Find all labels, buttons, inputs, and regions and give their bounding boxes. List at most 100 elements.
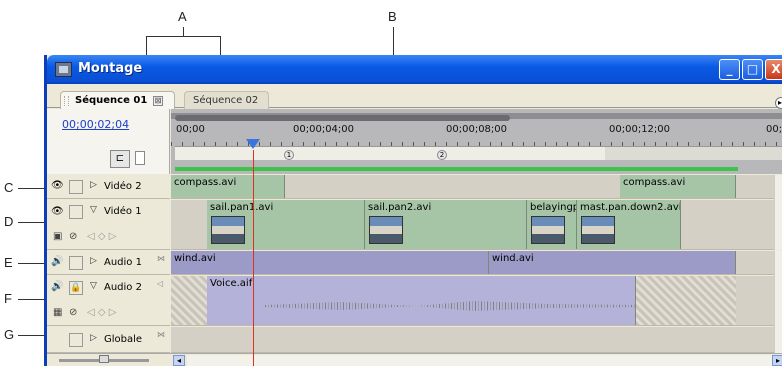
ruler-label: 00;00;12;00 <box>609 124 671 135</box>
close-button[interactable]: X <box>765 59 782 80</box>
horizontal-scrollbar[interactable] <box>187 355 772 366</box>
clip-name: mast.pan.down2.avi <box>580 202 681 213</box>
track-type-icon: ⋈ <box>157 254 165 263</box>
clip-name: Voice.aif <box>210 278 253 289</box>
set-marker-icon[interactable] <box>135 151 145 165</box>
lane-video-2[interactable]: compass.avi compass.avi <box>171 175 782 199</box>
expand-track-icon[interactable]: ▷ <box>90 180 97 190</box>
speaker-icon[interactable]: 🔊 <box>51 256 65 268</box>
display-waveform-icon[interactable]: ▦ <box>53 307 62 318</box>
clip-sail-pan2[interactable]: sail.pan2.avi <box>365 200 527 249</box>
ruler-label: 00;00;04;00 <box>293 124 355 135</box>
tab-label: Séquence 01 <box>75 95 148 106</box>
tab-sequence-01[interactable]: Séquence 01 ⊠ <box>60 91 175 109</box>
clip-sail-pan1[interactable]: sail.pan1.avi <box>207 200 365 249</box>
clip-compass-2[interactable]: compass.avi <box>620 175 736 198</box>
snap-toggle-icon[interactable]: ⊏ <box>110 150 130 168</box>
track-name: Globale <box>104 334 143 345</box>
title-bar[interactable]: Montage _ □ X <box>47 55 782 84</box>
clip-thumbnail <box>369 216 403 244</box>
lock-toggle[interactable] <box>69 256 83 270</box>
callout-d: D <box>4 214 14 229</box>
callout-c: C <box>4 180 14 195</box>
window-title: Montage <box>78 61 143 76</box>
work-area-fill <box>175 147 605 160</box>
panel-menu-icon[interactable]: ▸ <box>775 97 782 109</box>
collapse-track-icon[interactable]: ▽ <box>90 281 97 291</box>
tab-close-icon[interactable]: ⊠ <box>153 96 163 106</box>
current-time-indicator[interactable] <box>253 150 254 366</box>
lock-toggle[interactable] <box>69 205 83 219</box>
lane-audio-1[interactable]: wind.avi wind.avi <box>171 251 782 275</box>
display-style-icon[interactable]: ▣ <box>53 231 62 242</box>
tab-sequence-02[interactable]: Séquence 02 <box>184 91 269 109</box>
track-area: 👁 ▷ Vidéo 2 compass.avi compass.avi 👁 ▽ … <box>47 175 782 353</box>
track-header-video-1: 👁 ▽ Vidéo 1 ▣ ⊘ ◁ ◇ ▷ <box>47 200 170 250</box>
clip-thumbnail <box>581 216 615 244</box>
empty-region <box>171 276 207 325</box>
render-bar <box>175 167 738 171</box>
clip-wind-2[interactable]: wind.avi <box>489 251 736 274</box>
keyframe-navigator-icon[interactable]: ◁ ◇ ▷ <box>87 231 116 242</box>
ruler-label: 00; <box>766 124 782 135</box>
ruler-label: 00;00 <box>176 124 205 135</box>
sequence-tab-bar: Séquence 01 ⊠ Séquence 02 ▸ <box>47 84 782 109</box>
clip-wind-1[interactable]: wind.avi <box>171 251 489 274</box>
lane-audio-2[interactable]: Voice.aif <box>171 276 782 326</box>
bottom-bar: ◂ ▸ <box>47 353 782 366</box>
ruler-label: 00;00;08;00 <box>446 124 508 135</box>
expand-track-icon[interactable]: ▷ <box>90 256 97 266</box>
minimize-button[interactable]: _ <box>719 59 740 80</box>
maximize-button[interactable]: □ <box>742 59 763 80</box>
zoom-slider-knob[interactable] <box>99 355 109 363</box>
lane-master[interactable] <box>171 327 782 353</box>
audio-waveform <box>265 301 635 311</box>
clip-voice[interactable]: Voice.aif <box>207 276 636 325</box>
marker-1[interactable]: 1 <box>284 150 294 160</box>
clip-name: sail.pan1.avi <box>210 202 274 213</box>
empty-region <box>636 276 736 325</box>
callout-a-stem <box>183 27 184 36</box>
collapse-track-icon[interactable]: ▽ <box>90 205 97 215</box>
video-vertical-scrollbar[interactable] <box>774 175 782 250</box>
scroll-left-button[interactable]: ◂ <box>173 355 185 366</box>
expand-track-icon[interactable]: ▷ <box>90 333 97 343</box>
speaker-icon[interactable]: 🔊 <box>51 281 65 293</box>
track-type-icon: ⋈ <box>157 330 165 339</box>
marker-2[interactable]: 2 <box>437 150 447 160</box>
clip-mast-pan-down2[interactable]: mast.pan.down2.avi <box>577 200 681 249</box>
lock-toggle[interactable] <box>69 180 83 194</box>
eye-icon[interactable]: 👁 <box>51 206 65 218</box>
show-keyframes-icon[interactable]: ⊘ <box>69 231 77 242</box>
clip-name: belayingp <box>530 202 577 213</box>
lock-icon[interactable]: 🔒 <box>69 281 83 295</box>
callout-g: G <box>4 327 15 342</box>
timeline-control-area: 00;00;02;04 ⊏ <box>47 109 170 174</box>
keyframe-navigator-icon[interactable]: ◁ ◇ ▷ <box>87 307 116 318</box>
work-area-handle[interactable] <box>175 115 510 121</box>
lock-toggle[interactable] <box>69 333 83 347</box>
clip-belaying[interactable]: belayingp <box>527 200 577 249</box>
eye-icon[interactable]: 👁 <box>51 180 65 192</box>
audio-vertical-scrollbar[interactable] <box>774 251 782 353</box>
lane-video-1[interactable]: sail.pan1.avi sail.pan2.avi belayingp ma… <box>171 200 782 250</box>
time-ruler[interactable]: 00;00 00;00;04;00 00;00;08;00 00;00;12;0… <box>171 109 782 174</box>
callout-f: F <box>4 291 12 306</box>
track-header-master: ▷ Globale ⋈ <box>47 327 170 353</box>
tab-label: Séquence 02 <box>193 95 259 106</box>
current-timecode[interactable]: 00;00;02;04 <box>62 118 129 131</box>
work-area-bar[interactable] <box>175 146 782 160</box>
zoom-slider[interactable] <box>59 355 149 363</box>
callout-a-bar <box>146 36 221 37</box>
show-keyframes-icon[interactable]: ⊘ <box>69 307 77 318</box>
track-header-audio-2: 🔊 🔒 ▽ Audio 2 ◁ ▦ ⊘ ◁ ◇ ▷ <box>47 276 170 326</box>
clip-name: sail.pan2.avi <box>368 202 432 213</box>
track-name: Audio 1 <box>104 257 142 268</box>
clip-thumbnail <box>531 216 565 244</box>
track-type-icon: ◁ <box>157 279 164 288</box>
track-header-audio-1: 🔊 ▷ Audio 1 ⋈ <box>47 251 170 275</box>
scroll-right-button[interactable]: ▸ <box>772 355 782 366</box>
clip-compass-1[interactable]: compass.avi <box>171 175 285 198</box>
callout-b: B <box>388 9 397 24</box>
clip-thumbnail <box>211 216 245 244</box>
